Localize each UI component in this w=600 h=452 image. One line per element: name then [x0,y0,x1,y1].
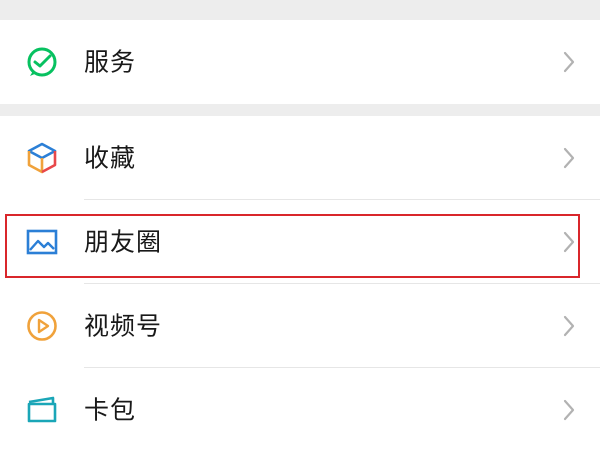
section-gap [0,104,600,116]
menu-item-moments[interactable]: 朋友圈 [0,200,600,284]
menu-item-favorites[interactable]: 收藏 [0,116,600,200]
section-gap-top [0,0,600,20]
chevron-right-icon [563,147,575,169]
services-group: 服务 [0,20,600,104]
me-page-menu: 服务 收藏 朋友圈 视频号 卡包 [0,0,600,452]
menu-item-label: 视频号 [84,311,163,341]
chevron-right-icon [563,315,575,337]
favorites-cube-icon [25,141,59,175]
menu-item-label: 服务 [84,47,137,77]
menu-item-cards[interactable]: 卡包 [0,368,600,452]
menu-item-label: 卡包 [84,395,137,425]
card-wallet-icon [25,393,59,427]
menu-item-services[interactable]: 服务 [0,20,600,104]
chevron-right-icon [563,399,575,421]
chevron-right-icon [563,231,575,253]
menu-item-channels[interactable]: 视频号 [0,284,600,368]
wechat-pay-icon [25,45,59,79]
menu-item-label: 收藏 [84,143,137,173]
moments-image-icon [25,225,59,259]
chevron-right-icon [563,51,575,73]
menu-item-label: 朋友圈 [84,227,163,257]
main-menu-group: 收藏 朋友圈 视频号 卡包 [0,116,600,452]
channels-play-icon [25,309,59,343]
